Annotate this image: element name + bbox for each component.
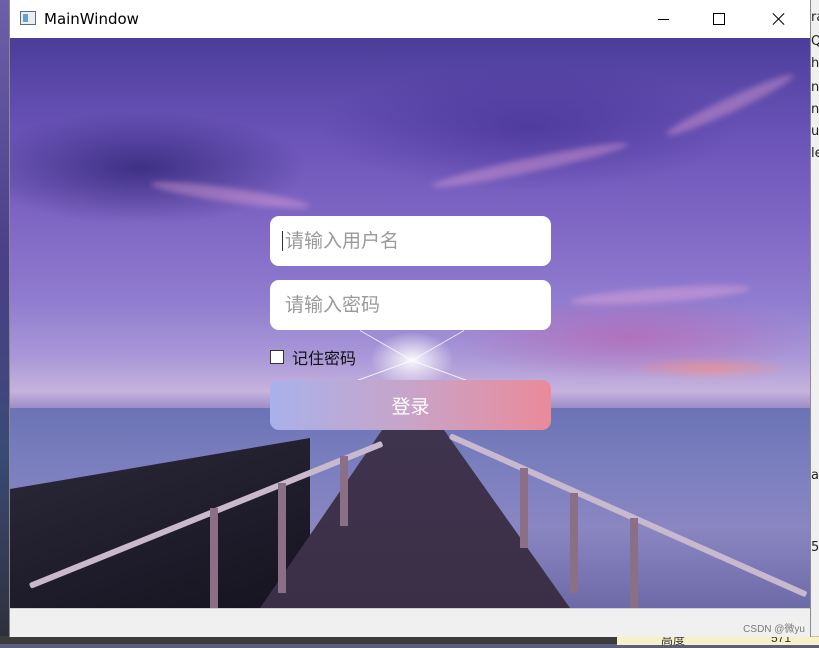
pier-post (278, 483, 286, 593)
pier-post (520, 468, 528, 548)
pier-post (340, 456, 348, 526)
bg-text-line: n (811, 102, 819, 117)
background-image: 记住密码 登录 (10, 38, 810, 608)
text-caret (282, 231, 283, 251)
bg-text-line: h (811, 56, 819, 71)
password-field[interactable] (270, 280, 551, 330)
login-button[interactable]: 登录 (270, 380, 551, 430)
bg-text-line: ra (811, 10, 819, 25)
close-button[interactable] (756, 0, 802, 38)
window-title: MainWindow (44, 10, 139, 28)
pier-post (630, 518, 638, 608)
app-window-icon (20, 11, 36, 25)
status-bar (10, 608, 810, 637)
minimize-icon (657, 18, 669, 20)
minimize-button[interactable] (640, 0, 686, 38)
username-field[interactable] (270, 216, 551, 266)
bg-text-line: us (811, 124, 819, 139)
bg-text-partial: 5) (811, 540, 819, 555)
bg-text-line: Q (811, 34, 819, 49)
password-input[interactable] (283, 293, 551, 317)
desktop-bottom-strip: 高度 571 (0, 631, 819, 647)
desktop-right-strip: ra Q h n n us le al 5) (810, 0, 819, 644)
maximize-icon (713, 13, 725, 25)
maximize-button[interactable] (696, 0, 742, 38)
watermark: CSDN @微yu (743, 624, 805, 635)
bg-text-line: n (811, 80, 819, 95)
remember-password-row[interactable]: 记住密码 (270, 345, 356, 369)
remember-password-label[interactable]: 记住密码 (292, 345, 356, 369)
pier-post (210, 508, 218, 608)
close-icon (772, 12, 786, 26)
remember-password-checkbox[interactable] (270, 350, 284, 364)
desktop-left-strip (0, 0, 10, 644)
pier-post (570, 493, 578, 593)
main-window: MainWindow 记住密码 (10, 0, 810, 637)
username-input[interactable] (283, 229, 551, 253)
bg-text-partial: al (811, 468, 819, 483)
title-bar[interactable]: MainWindow (10, 0, 810, 38)
bg-text-line: le (811, 146, 819, 161)
